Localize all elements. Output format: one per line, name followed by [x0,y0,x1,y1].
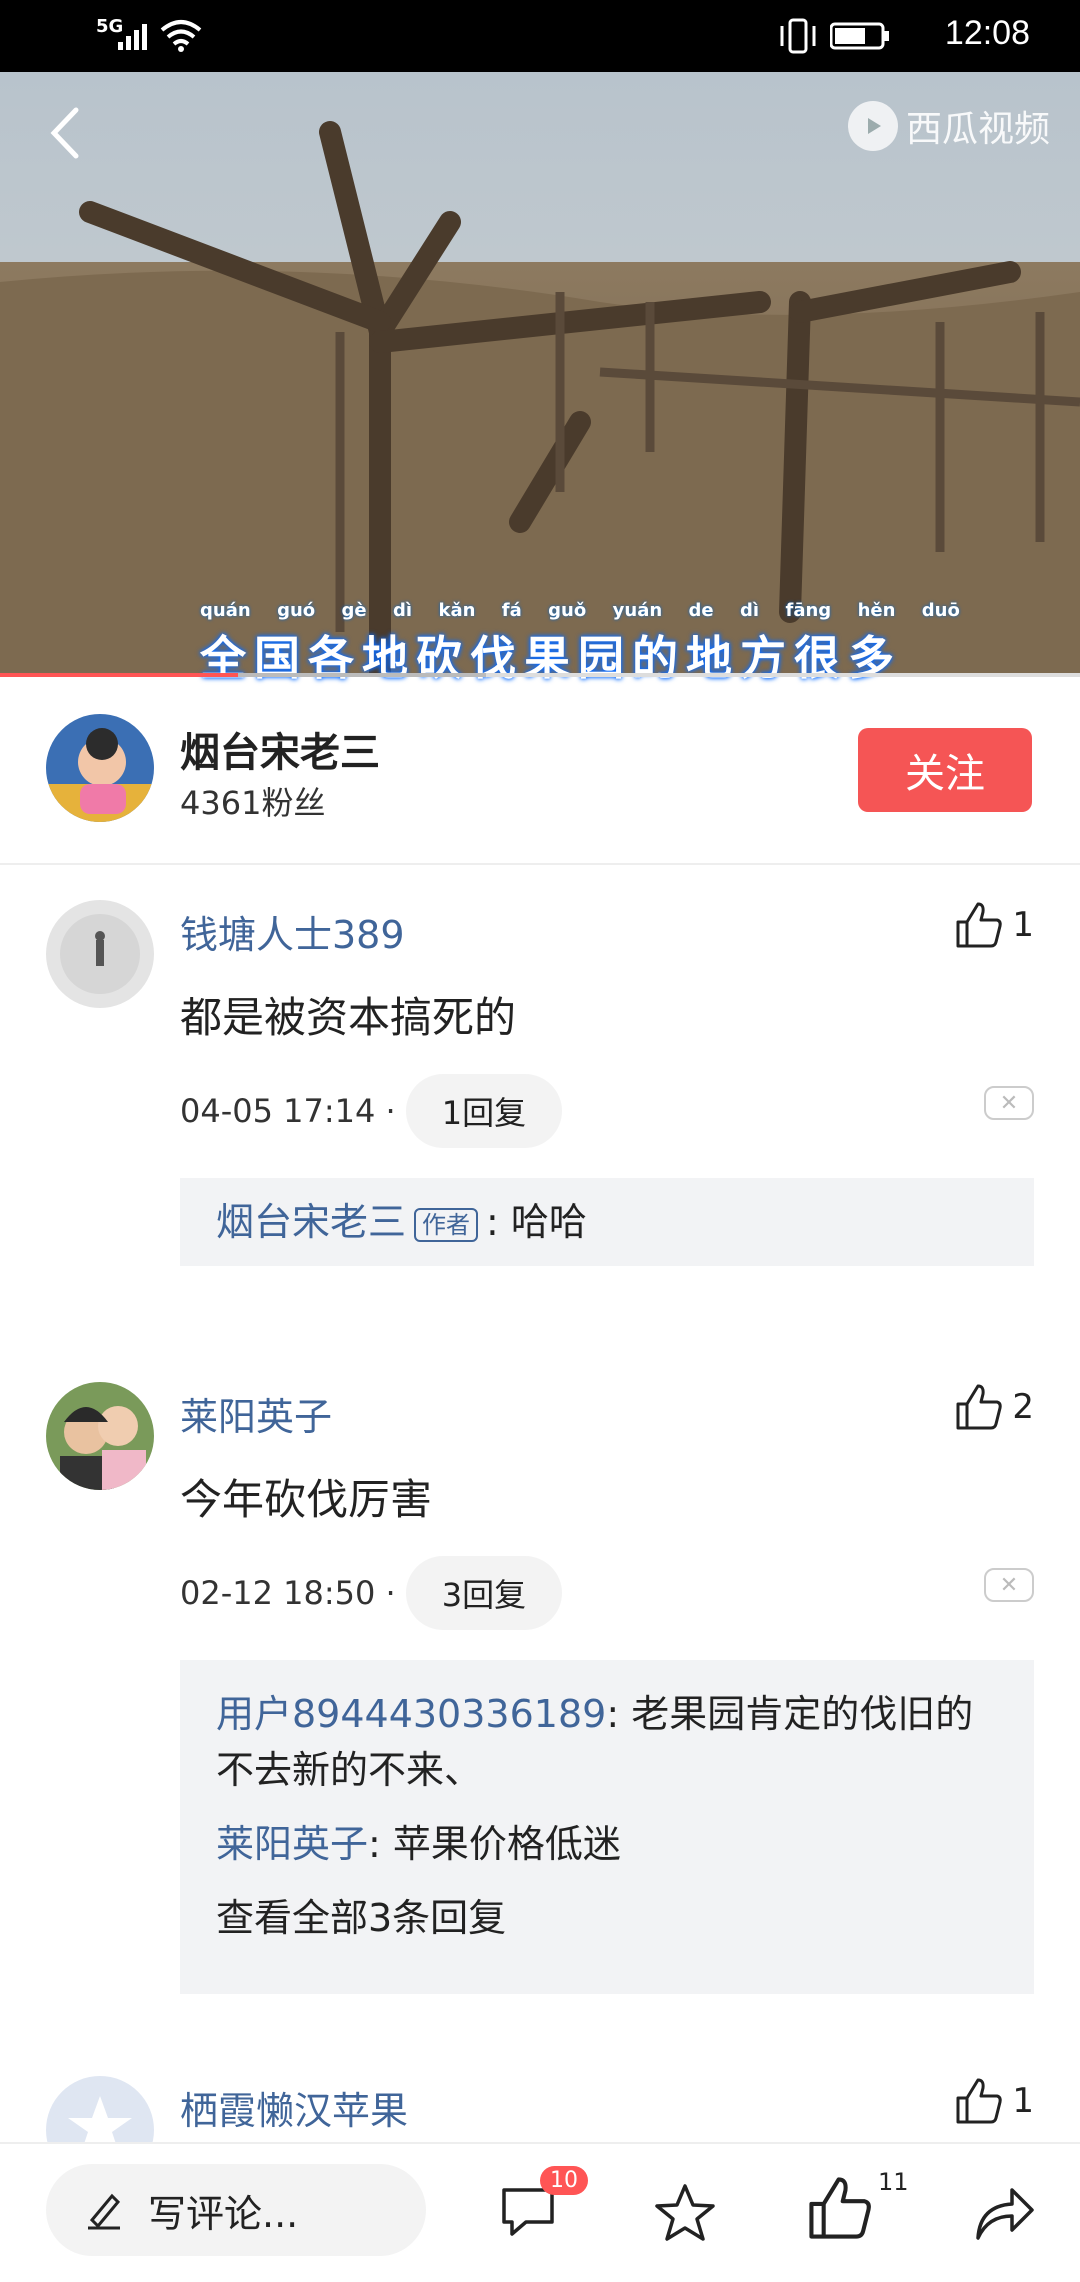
share-icon[interactable] [972,2182,1036,2242]
pinyin-syllable: hěn [857,600,896,621]
dismiss-icon[interactable]: ✕ [984,1568,1034,1602]
commenter-name[interactable]: 钱塘人士389 [180,904,405,959]
commenter-name[interactable]: 莱阳英子 [180,1386,332,1441]
reply-box[interactable]: 用户8944430336189: 老果园肯定的伐旧的不去新的不来、 莱阳英子: … [180,1660,1034,1994]
vibrate-icon [780,18,816,54]
progress-fill [0,673,238,677]
comment-meta: 02-12 18:50 · 3回复 [180,1556,563,1630]
commenter-avatar[interactable] [46,900,154,1008]
comment-count-badge: 10 [540,2166,588,2195]
status-bar: 5G 12:08 [0,0,1080,72]
thumbs-up-icon [956,902,1003,948]
comment-like-count: 1 [1012,905,1034,945]
author-tag: 作者 [414,1207,479,1242]
commenter-avatar[interactable] [46,1382,154,1490]
thumbs-up-icon [956,2078,1003,2124]
progress-buffered [237,673,486,677]
author-row: 烟台宋老三 4361粉丝 关注 [0,678,1080,865]
pinyin-syllable: guó [277,600,316,621]
comment-text: 今年砍伐厉害 [180,1475,433,1524]
comment-time: 02-12 18:50 · [180,1574,396,1612]
thumbs-up-icon [956,1384,1003,1430]
pinyin-syllable: fāng [785,600,832,621]
pinyin-syllable: gè [341,600,367,621]
author-name[interactable]: 烟台宋老三 [180,720,380,778]
xigua-logo-icon [847,101,898,151]
battery-icon [830,22,889,50]
wifi-icon [160,20,202,52]
video-player[interactable] [0,72,1080,675]
author-fans-count: 4361粉丝 [180,784,326,822]
signal-icon [118,24,147,50]
comment-like-count: 2 [1012,1387,1034,1427]
reply-item: 莱阳英子: 苹果价格低迷 [180,1816,1034,1872]
brand-label: 西瓜视频 [905,109,1050,150]
write-comment-placeholder: 写评论... [148,2191,299,2236]
like-button[interactable]: 11 [806,2168,909,2248]
reply-text: : 哈哈 [486,1200,587,1244]
commenter-name[interactable]: 栖霞懒汉苹果 [180,2080,408,2135]
reply-author[interactable]: 莱阳英子 [216,1822,368,1866]
video-frame [0,72,1080,675]
thumbs-up-icon [809,2177,871,2239]
write-comment-input[interactable]: 写评论... [46,2164,426,2256]
replies-button[interactable]: 3回复 [405,1556,563,1630]
pinyin-syllable: kǎn [438,600,476,621]
bottom-action-bar: 写评论... 10 11 [0,2142,1080,2282]
clock: 12:08 [944,14,1030,52]
dismiss-icon[interactable]: ✕ [984,1086,1034,1120]
comment-time: 04-05 17:14 · [180,1092,396,1130]
star-icon[interactable] [652,2180,718,2246]
comments-button[interactable]: 10 [496,2166,588,2248]
view-all-replies-link[interactable]: 查看全部3条回复 [180,1890,1034,1946]
xigua-watermark: 西瓜视频 [847,100,1050,152]
reply-item: 烟台宋老三 作者: 哈哈 [180,1194,623,1250]
pinyin-syllable: dì [393,600,413,621]
reply-box[interactable]: 烟台宋老三 作者: 哈哈 [180,1178,1034,1266]
pinyin-syllable: dì [740,600,760,621]
pen-icon [88,2193,121,2230]
back-icon[interactable] [40,98,90,168]
follow-button[interactable]: 关注 [858,728,1032,812]
pinyin-syllable: guǒ [548,600,587,621]
author-avatar[interactable] [46,714,154,822]
pinyin-syllable: fá [501,600,522,621]
reply-author[interactable]: 用户8944430336189 [216,1692,606,1736]
reply-author[interactable]: 烟台宋老三 [216,1200,406,1244]
comment-like-button[interactable]: 1 [954,900,1034,950]
pinyin-syllable: de [688,600,714,621]
reply-text: : 苹果价格低迷 [368,1822,621,1866]
pinyin-syllable: duō [921,600,960,621]
reply-item: 用户8944430336189: 老果园肯定的伐旧的不去新的不来、 [180,1686,1034,1798]
like-count: 11 [878,2168,909,2196]
comment-like-button[interactable]: 1 [954,2076,1034,2126]
comment-like-count: 1 [1012,2081,1034,2121]
comment-like-button[interactable]: 2 [954,1382,1034,1432]
replies-button[interactable]: 1回复 [405,1074,563,1148]
pinyin-syllable: quán [200,600,251,621]
pinyin-syllable: yuán [612,600,663,621]
comment-text: 都是被资本搞死的 [180,993,517,1042]
comment-meta: 04-05 17:14 · 1回复 [180,1074,563,1148]
video-progress-bar[interactable] [0,673,1080,677]
subtitle-pinyin: quán guó gè dì kǎn fá guǒ yuán de dì fāng hěn duō [200,600,960,621]
